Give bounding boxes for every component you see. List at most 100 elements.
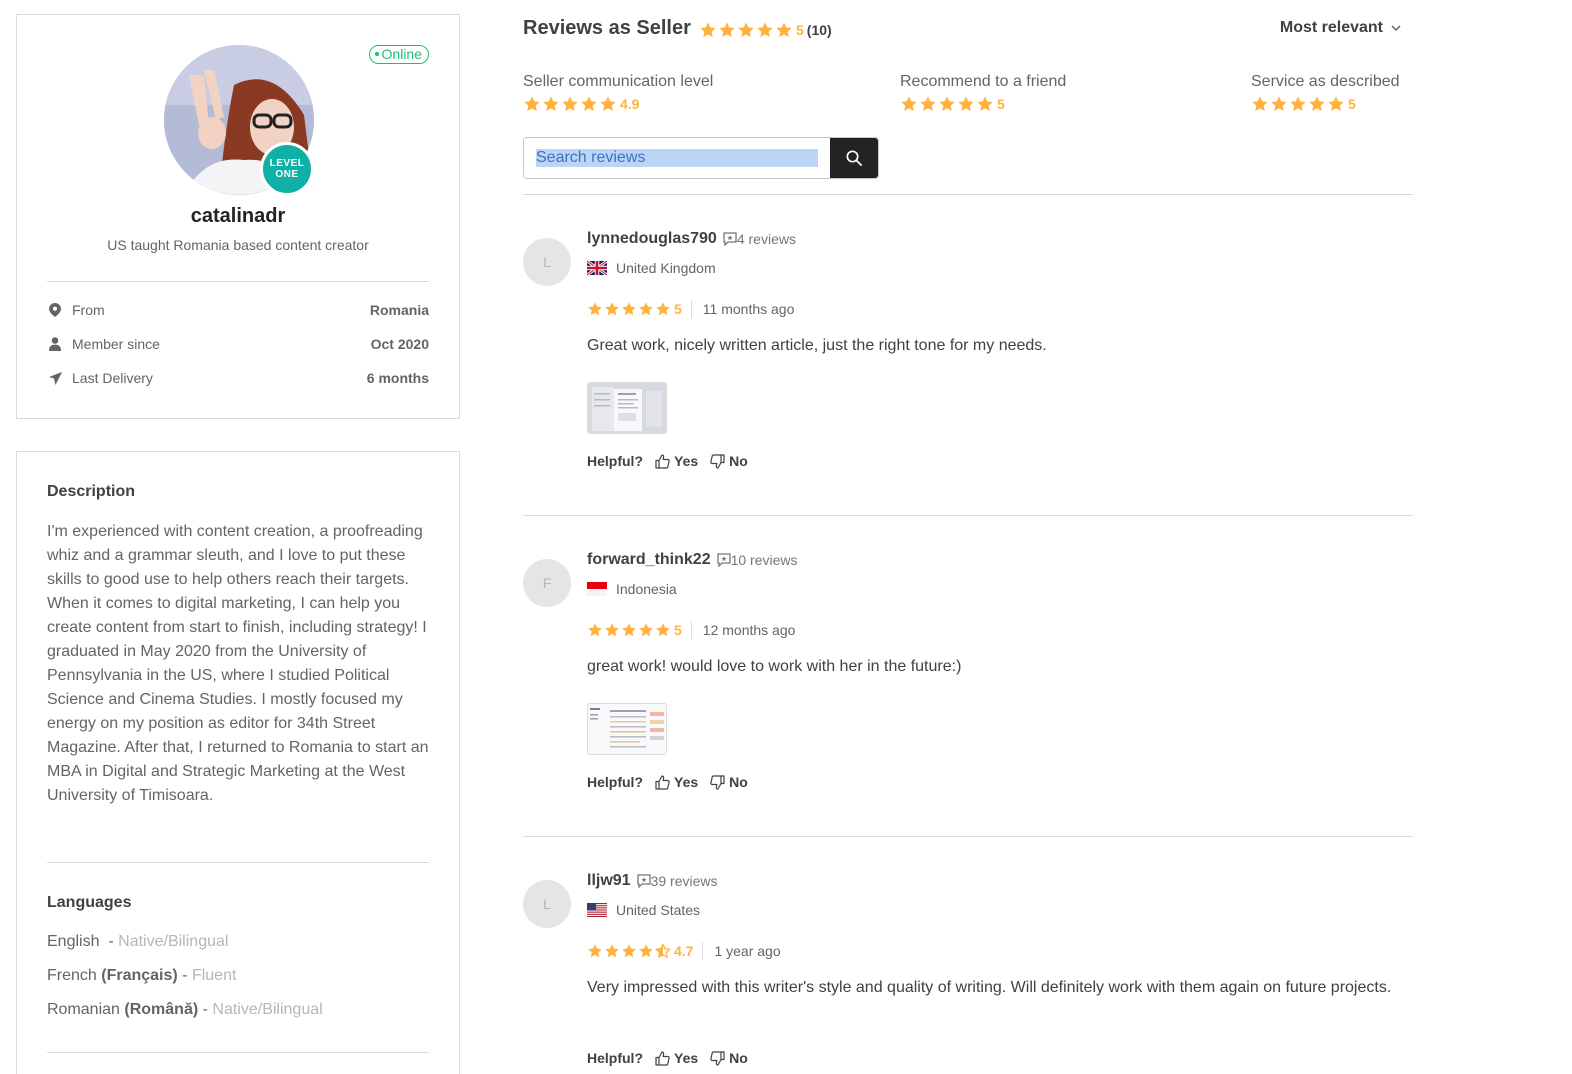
star-full-icon: [600, 96, 616, 112]
star-full-icon: [776, 22, 792, 38]
seller-username[interactable]: catalinadr: [17, 205, 459, 228]
level-one-badge: LEVEL ONE: [260, 142, 314, 196]
language-level: Native/Bilingual: [212, 1001, 323, 1018]
online-dot-icon: [374, 52, 379, 57]
rating-separator: [690, 621, 692, 639]
sub-rating-value: 4.9: [620, 96, 640, 112]
helpful-no-label: No: [729, 453, 748, 469]
search-icon: [846, 150, 862, 166]
languages-title: Languages: [47, 894, 132, 911]
reviewer-country-label: Indonesia: [616, 581, 677, 597]
star-full-icon: [605, 302, 619, 316]
star-full-icon: [738, 22, 754, 38]
description-text: I'm experienced with content creation, a…: [47, 523, 429, 804]
helpful-no-button[interactable]: No: [710, 453, 748, 469]
star-full-icon: [920, 96, 936, 112]
search-button[interactable]: [830, 138, 878, 178]
helpful-no-label: No: [729, 774, 748, 790]
language-french: French (Français) - Fluent: [47, 967, 237, 984]
helpful-yes-label: Yes: [674, 774, 699, 790]
stat-member-since-value: Oct 2020: [370, 336, 429, 352]
seller-info-card: Description I'm experienced with content…: [16, 451, 460, 1074]
review-bubble-icon: [716, 553, 731, 567]
reviewer-name[interactable]: forward_think22: [587, 551, 711, 569]
thumbs-up-icon: [655, 453, 670, 469]
helpful-yes-button[interactable]: Yes: [655, 774, 698, 790]
uk-flag-icon: [587, 261, 607, 275]
review-text: Great work, nicely written article, just…: [587, 337, 1047, 354]
star-full-icon: [588, 302, 602, 316]
star-full-icon: [656, 623, 670, 637]
review-attachment-thumbnail[interactable]: [587, 382, 667, 434]
thumbs-up-icon: [655, 1050, 670, 1066]
reviewer-review-count: 4 reviews: [723, 231, 796, 247]
online-status-label: Online: [381, 46, 422, 62]
document-preview-icon: [588, 704, 666, 754]
helpful-no-button[interactable]: No: [710, 1050, 748, 1066]
overall-stars: [699, 21, 793, 39]
star-full-icon: [622, 944, 636, 958]
star-full-icon: [719, 22, 735, 38]
star-full-icon: [1309, 96, 1325, 112]
language-name: French: [47, 967, 97, 984]
indonesia-flag-icon: [587, 582, 607, 596]
stat-member-since-label: Member since: [72, 336, 160, 352]
sub-rating-label: Seller communication level: [523, 73, 714, 90]
review-time: 1 year ago: [714, 943, 781, 959]
languages-divider: [47, 1052, 429, 1053]
reviewer-country: Indonesia: [587, 581, 677, 597]
reviewer-avatar[interactable]: F: [523, 559, 571, 607]
reviewer-name[interactable]: lljw91: [587, 872, 631, 890]
review-time: 12 months ago: [702, 622, 796, 638]
helpful-yes-label: Yes: [674, 453, 699, 469]
review-rating: 5 11 months ago: [587, 300, 794, 318]
reviewer-review-count-label: 4 reviews: [736, 231, 796, 247]
search-reviews-input[interactable]: [524, 138, 830, 178]
star-full-icon: [524, 96, 540, 112]
reviewer-review-count: 10 reviews: [716, 552, 798, 568]
star-full-icon: [639, 302, 653, 316]
reviewer-avatar[interactable]: L: [523, 238, 571, 286]
star-full-icon: [639, 623, 653, 637]
star-full-icon: [543, 96, 559, 112]
sub-rating-value: 5: [1348, 96, 1356, 112]
star-full-icon: [1290, 96, 1306, 112]
star-full-icon: [1252, 96, 1268, 112]
language-name: Romanian: [47, 1001, 120, 1018]
overall-rating: 5 (10): [699, 21, 832, 39]
review-rating-value: 5: [674, 301, 682, 317]
document-preview-icon: [588, 383, 666, 433]
helpful-no-label: No: [729, 1050, 748, 1066]
helpful-row: Helpful? Yes No: [587, 453, 748, 469]
review-divider: [523, 515, 1413, 516]
sort-dropdown[interactable]: Most relevant: [1280, 19, 1401, 37]
review-rating-value: 4.7: [674, 943, 694, 959]
star-full-icon: [622, 623, 636, 637]
reviewer-review-count: 39 reviews: [636, 873, 718, 889]
helpful-yes-button[interactable]: Yes: [655, 1050, 698, 1066]
reviewer-country: United States: [587, 902, 700, 918]
description-title: Description: [47, 483, 136, 500]
sub-rating-value: 5: [997, 96, 1005, 112]
review-attachment-thumbnail[interactable]: [587, 703, 667, 755]
star-full-icon: [605, 944, 619, 958]
overall-rating-value: 5: [796, 22, 804, 38]
helpful-label: Helpful?: [587, 1050, 643, 1066]
seller-profile-card: Online LEVEL ONE catalinadr US taught Ro…: [16, 14, 460, 419]
reviewer-avatar[interactable]: L: [523, 880, 571, 928]
star-full-icon: [757, 22, 773, 38]
helpful-label: Helpful?: [587, 774, 643, 790]
star-full-icon: [1271, 96, 1287, 112]
helpful-yes-button[interactable]: Yes: [655, 453, 698, 469]
us-flag-icon: [587, 903, 607, 917]
star-full-icon: [1328, 96, 1344, 112]
star-full-icon: [700, 22, 716, 38]
review-time: 11 months ago: [702, 301, 795, 317]
reviewer-name[interactable]: lynnedouglas790: [587, 230, 717, 248]
sub-rating-label: Recommend to a friend: [900, 73, 1067, 90]
reviewer-country: United Kingdom: [587, 260, 716, 276]
send-icon: [47, 370, 63, 386]
review-rating-value: 5: [674, 622, 682, 638]
helpful-row: Helpful? Yes No: [587, 1050, 748, 1066]
helpful-no-button[interactable]: No: [710, 774, 748, 790]
